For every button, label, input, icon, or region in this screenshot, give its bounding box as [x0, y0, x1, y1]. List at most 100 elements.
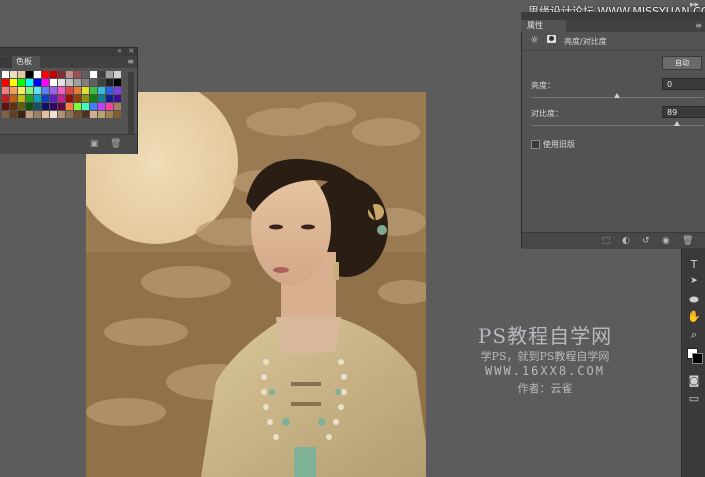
color-swatch[interactable]	[114, 95, 121, 102]
properties-panel-titlebar[interactable]	[521, 12, 705, 20]
color-swatch[interactable]	[50, 79, 57, 86]
color-swatch[interactable]	[42, 71, 49, 78]
color-swatch[interactable]	[114, 103, 121, 110]
color-swatch[interactable]	[66, 87, 73, 94]
color-swatch[interactable]	[34, 111, 41, 118]
ellipse-tool-icon[interactable]: ⬬	[682, 293, 705, 307]
color-swatch[interactable]	[26, 79, 33, 86]
color-swatch[interactable]	[42, 111, 49, 118]
color-swatch[interactable]	[66, 71, 73, 78]
color-swatch[interactable]	[82, 71, 89, 78]
color-swatch[interactable]	[58, 111, 65, 118]
color-swatch[interactable]	[98, 103, 105, 110]
layer-mask-icon[interactable]	[547, 35, 556, 43]
brightness-slider-thumb[interactable]	[614, 93, 620, 98]
color-swatch[interactable]	[10, 103, 17, 110]
color-swatch[interactable]	[18, 71, 25, 78]
tab-hidden[interactable]	[0, 57, 12, 68]
color-swatch[interactable]	[98, 79, 105, 86]
brightness-field[interactable]: 0	[662, 78, 705, 90]
color-swatch[interactable]	[106, 87, 113, 94]
color-swatch[interactable]	[18, 87, 25, 94]
color-swatch[interactable]	[90, 87, 97, 94]
color-swatch[interactable]	[82, 87, 89, 94]
color-swatch[interactable]	[2, 79, 9, 86]
color-swatch[interactable]	[58, 79, 65, 86]
zoom-tool-icon[interactable]: ⌕	[682, 328, 705, 342]
color-swatch[interactable]	[74, 95, 81, 102]
color-swatch[interactable]	[26, 87, 33, 94]
color-swatch[interactable]	[10, 87, 17, 94]
use-legacy-checkbox[interactable]	[531, 140, 540, 149]
type-tool-icon[interactable]: T	[682, 258, 705, 271]
color-swatch[interactable]	[106, 71, 113, 78]
color-swatch[interactable]	[18, 111, 25, 118]
color-swatch[interactable]	[66, 95, 73, 102]
color-swatch[interactable]	[50, 95, 57, 102]
color-swatch[interactable]	[66, 111, 73, 118]
path-selection-icon[interactable]: ➤	[682, 276, 705, 286]
color-swatch[interactable]	[42, 79, 49, 86]
color-swatch[interactable]	[98, 87, 105, 94]
color-swatch[interactable]	[74, 79, 81, 86]
color-swatch[interactable]	[106, 79, 113, 86]
color-swatch[interactable]	[98, 111, 105, 118]
color-swatch[interactable]	[34, 103, 41, 110]
quick-mask-icon[interactable]: ◙	[682, 374, 705, 387]
swatches-panel-titlebar[interactable]: « ×	[0, 46, 137, 56]
color-swatch[interactable]	[114, 79, 121, 86]
color-swatch[interactable]	[98, 71, 105, 78]
color-swatch[interactable]	[58, 87, 65, 94]
color-swatch[interactable]	[34, 79, 41, 86]
color-swatch[interactable]	[2, 111, 9, 118]
close-icon[interactable]: ×	[128, 46, 135, 55]
color-swatch[interactable]	[2, 103, 9, 110]
color-swatch[interactable]	[42, 103, 49, 110]
color-swatch[interactable]	[10, 71, 17, 78]
color-swatch[interactable]	[34, 87, 41, 94]
auto-button[interactable]: 自动	[662, 56, 702, 70]
swatches-scrollbar[interactable]	[128, 72, 134, 134]
color-swatch[interactable]	[82, 103, 89, 110]
tab-properties[interactable]: 属性	[521, 20, 566, 32]
view-previous-state-icon[interactable]: ◐	[622, 236, 630, 246]
hand-tool-icon[interactable]: ✋	[682, 310, 705, 323]
color-swatch[interactable]	[10, 111, 17, 118]
color-swatch[interactable]	[18, 103, 25, 110]
color-swatch[interactable]	[2, 95, 9, 102]
color-swatch[interactable]	[50, 71, 57, 78]
color-swatch[interactable]	[10, 79, 17, 86]
color-swatch[interactable]	[114, 111, 121, 118]
toggle-visibility-icon[interactable]: ◉	[662, 236, 670, 246]
color-swatch[interactable]	[2, 71, 9, 78]
color-swatch[interactable]	[34, 95, 41, 102]
color-swatch[interactable]	[98, 95, 105, 102]
color-swatch[interactable]	[2, 87, 9, 94]
color-swatch[interactable]	[26, 95, 33, 102]
panel-menu-icon[interactable]: ≡	[695, 21, 702, 30]
color-swatch[interactable]	[82, 79, 89, 86]
color-swatch[interactable]	[50, 103, 57, 110]
color-swatch[interactable]	[74, 71, 81, 78]
collapse-icon[interactable]: «	[117, 46, 122, 55]
clip-to-layer-icon[interactable]: ⬚	[602, 236, 611, 246]
color-swatch[interactable]	[26, 103, 33, 110]
color-swatch[interactable]	[114, 71, 121, 78]
color-swatch[interactable]	[74, 87, 81, 94]
reset-icon[interactable]: ↺	[642, 236, 650, 246]
color-swatch[interactable]	[26, 111, 33, 118]
panel-menu-icon[interactable]: ≡	[127, 57, 134, 66]
contrast-field[interactable]: 89	[662, 106, 705, 118]
screen-mode-icon[interactable]: ▭	[682, 392, 705, 405]
color-swatch[interactable]	[18, 79, 25, 86]
color-swatch[interactable]	[58, 103, 65, 110]
color-swatch[interactable]	[10, 95, 17, 102]
color-swatch[interactable]	[90, 95, 97, 102]
color-swatch[interactable]	[90, 71, 97, 78]
color-swatch[interactable]	[82, 95, 89, 102]
contrast-slider-thumb[interactable]	[674, 121, 681, 126]
color-swatch[interactable]	[114, 87, 121, 94]
color-swatch[interactable]	[58, 95, 65, 102]
tab-swatches[interactable]: 色板	[12, 56, 40, 68]
color-swatch[interactable]	[42, 87, 49, 94]
